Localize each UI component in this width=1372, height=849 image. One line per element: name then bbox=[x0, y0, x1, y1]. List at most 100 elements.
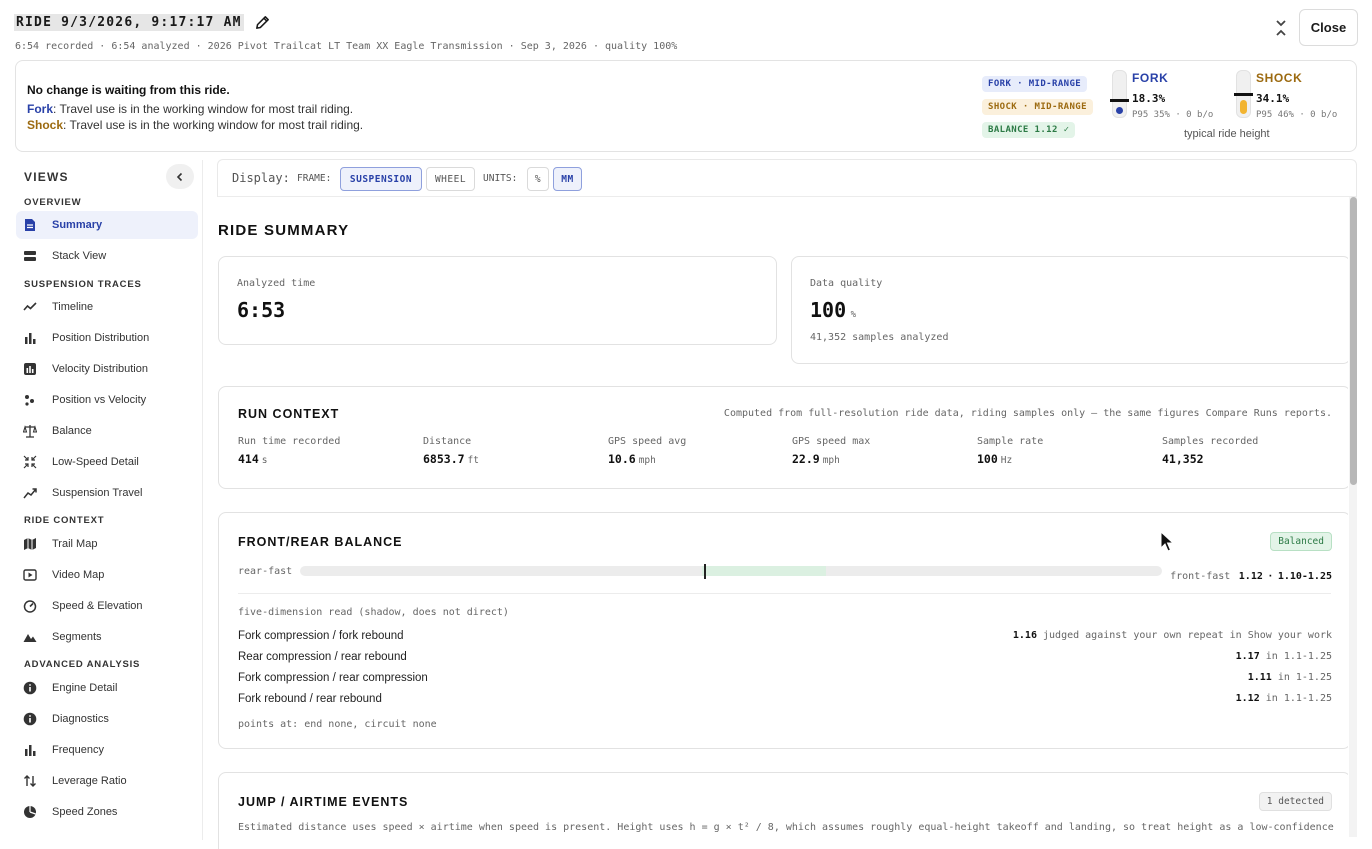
ride-summary-heading: RIDE SUMMARY bbox=[218, 222, 350, 239]
analyzed-time-card: Analyzed time 6:53 bbox=[218, 256, 777, 345]
units-percent-toggle[interactable]: % bbox=[527, 167, 549, 191]
section-ride-context: RIDE CONTEXT bbox=[24, 515, 105, 526]
stat-samples-recorded: 41,352 bbox=[1162, 452, 1204, 466]
balance-row-label: Fork compression / rear compression bbox=[238, 672, 428, 684]
sidebar-item-label: Summary bbox=[52, 219, 103, 231]
balance-marker bbox=[704, 564, 707, 579]
frame-label: FRAME: bbox=[297, 173, 332, 184]
content-scrollbar-thumb[interactable] bbox=[1350, 197, 1357, 485]
jumps-detected-badge: 1 detected bbox=[1258, 792, 1332, 811]
data-quality-value: 100 bbox=[810, 298, 847, 322]
collapse-chevrons-icon[interactable] bbox=[1272, 18, 1290, 38]
units-label: UNITS: bbox=[483, 173, 518, 184]
sidebar-item-position-distribution[interactable]: Position Distribution bbox=[16, 324, 198, 352]
analyzed-time-value: 6:53 bbox=[237, 298, 286, 322]
bar-chart-icon bbox=[25, 333, 36, 344]
balance-row-value: 1.16 judged against your own repeat in S… bbox=[1012, 630, 1332, 641]
sidebar-item-velocity-distribution[interactable]: Velocity Distribution bbox=[16, 355, 198, 383]
frame-wheel-toggle[interactable]: WHEEL bbox=[426, 167, 475, 191]
section-overview: OVERVIEW bbox=[24, 197, 82, 208]
frame-suspension-toggle[interactable]: SUSPENSION bbox=[340, 167, 422, 191]
sidebar-item-label: Video Map bbox=[52, 569, 105, 581]
sidebar-item-suspension-travel[interactable]: Suspension Travel bbox=[16, 479, 198, 507]
sidebar-item-trail-map[interactable]: Trail Map bbox=[16, 530, 198, 558]
sidebar-item-low-speed-detail[interactable]: Low-Speed Detail bbox=[16, 448, 198, 476]
play-icon bbox=[23, 569, 37, 581]
sidebar-item-label: Frequency bbox=[52, 744, 104, 756]
balance-row-value: 1.17 in 1.1-1.25 bbox=[1235, 651, 1332, 662]
display-toolbar: Display: FRAME: SUSPENSION WHEEL UNITS: … bbox=[217, 159, 1357, 197]
sidebar-item-balance[interactable]: Balance bbox=[16, 417, 198, 445]
chevron-left-icon bbox=[176, 172, 183, 181]
gauge-icon bbox=[23, 600, 37, 613]
fork-range-pill: FORK · MID-RANGE bbox=[982, 76, 1088, 92]
document-icon bbox=[25, 219, 35, 231]
typical-ride-height-label: typical ride height bbox=[1184, 128, 1270, 140]
five-dimension-note: five-dimension read (shadow, does not di… bbox=[238, 607, 509, 618]
front-rear-balance-card: FRONT/REAR BALANCE Balanced rear-fast fr… bbox=[218, 512, 1348, 749]
sidebar-item-label: Timeline bbox=[52, 301, 94, 313]
ride-title: RIDE 9/3/2026, 9:17:17 AM bbox=[14, 14, 244, 31]
fork-gauge-value: 18.3% bbox=[1132, 92, 1166, 105]
mountain-icon bbox=[23, 634, 37, 642]
stat-distance: 6853.7 ft bbox=[423, 452, 479, 466]
sidebar-item-segments[interactable]: Segments bbox=[16, 623, 198, 651]
pencil-edit-icon[interactable] bbox=[254, 14, 271, 31]
sidebar-item-stack-view[interactable]: Stack View bbox=[16, 242, 198, 270]
balance-row-label: Rear compression / rear rebound bbox=[238, 651, 407, 663]
banner-fork-line: Fork: Travel use is in the working windo… bbox=[27, 102, 353, 116]
sidebar-collapse-button[interactable] bbox=[166, 164, 194, 189]
sidebar-item-frequency[interactable]: Frequency bbox=[16, 736, 198, 764]
sidebar-item-speed-elevation[interactable]: Speed & Elevation bbox=[16, 592, 198, 620]
sidebar-item-label: Segments bbox=[52, 631, 102, 643]
map-icon bbox=[24, 538, 36, 550]
units-mm-toggle[interactable]: MM bbox=[553, 167, 582, 191]
shock-gauge-value: 34.1% bbox=[1256, 92, 1290, 105]
views-heading: VIEWS bbox=[24, 170, 69, 184]
scale-icon bbox=[23, 425, 37, 438]
data-quality-label: Data quality bbox=[810, 278, 883, 289]
shock-ride-height-marker bbox=[1234, 93, 1253, 96]
close-button[interactable]: Close bbox=[1299, 9, 1358, 46]
run-context-card: RUN CONTEXT Computed from full-resolutio… bbox=[218, 386, 1348, 489]
sidebar-item-video-map[interactable]: Video Map bbox=[16, 561, 198, 589]
balance-row-value: 1.12 in 1.1-1.25 bbox=[1235, 693, 1332, 704]
bar-chart-icon bbox=[25, 745, 36, 756]
analyzed-time-label: Analyzed time bbox=[237, 278, 316, 289]
run-context-note: Computed from full-resolution ride data,… bbox=[723, 408, 1332, 419]
scatter-dots-icon bbox=[25, 395, 34, 406]
sidebar-item-leverage-ratio[interactable]: Leverage Ratio bbox=[16, 767, 198, 795]
sidebar-item-label: Speed & Elevation bbox=[52, 600, 143, 612]
balance-divider bbox=[238, 593, 1331, 594]
mouse-cursor-icon bbox=[1160, 531, 1175, 552]
stat-sample-rate: 100 Hz bbox=[977, 452, 1013, 466]
points-at-note: points at: end none, circuit none bbox=[238, 719, 437, 730]
balance-range-separator: · bbox=[1267, 571, 1274, 582]
sidebar-item-label: Position Distribution bbox=[52, 332, 150, 344]
shock-range-pill: SHOCK · MID-RANGE bbox=[982, 99, 1093, 115]
shock-note: : Travel use is in the working window fo… bbox=[63, 118, 364, 132]
sidebar-item-speed-zones[interactable]: Speed Zones bbox=[16, 798, 198, 826]
stack-icon bbox=[24, 251, 36, 261]
shock-gauge-name: SHOCK bbox=[1256, 71, 1303, 85]
jump-title: JUMP / AIRTIME EVENTS bbox=[238, 795, 409, 809]
data-quality-card: Data quality 100 % 41,352 samples analyz… bbox=[791, 256, 1348, 364]
sidebar-item-timeline[interactable]: Timeline bbox=[16, 293, 198, 321]
rear-fast-label: rear-fast bbox=[238, 566, 293, 577]
sidebar-item-label: Diagnostics bbox=[52, 713, 109, 725]
sidebar-item-position-vs-velocity[interactable]: Position vs Velocity bbox=[16, 386, 198, 414]
sidebar-item-summary[interactable]: Summary bbox=[16, 211, 198, 239]
sidebar-item-label: Speed Zones bbox=[52, 806, 118, 818]
balance-row-value: 1.11 in 1-1.25 bbox=[1247, 672, 1332, 683]
balance-track bbox=[300, 564, 1162, 579]
fork-travel-gauge bbox=[1112, 70, 1127, 118]
sidebar-item-label: Leverage Ratio bbox=[52, 775, 127, 787]
sidebar-item-diagnostics[interactable]: Diagnostics bbox=[16, 705, 198, 733]
sidebar-item-engine-detail[interactable]: Engine Detail bbox=[16, 674, 198, 702]
stat-label: Samples recorded bbox=[1162, 436, 1259, 447]
stat-gps-speed-avg: 10.6 mph bbox=[608, 452, 656, 466]
sidebar-item-label: Low-Speed Detail bbox=[52, 456, 139, 468]
jump-method-note: Estimated distance uses speed × airtime … bbox=[238, 822, 1334, 833]
sidebar-item-label: Trail Map bbox=[52, 538, 98, 550]
ride-title-group: RIDE 9/3/2026, 9:17:17 AM bbox=[14, 14, 271, 31]
